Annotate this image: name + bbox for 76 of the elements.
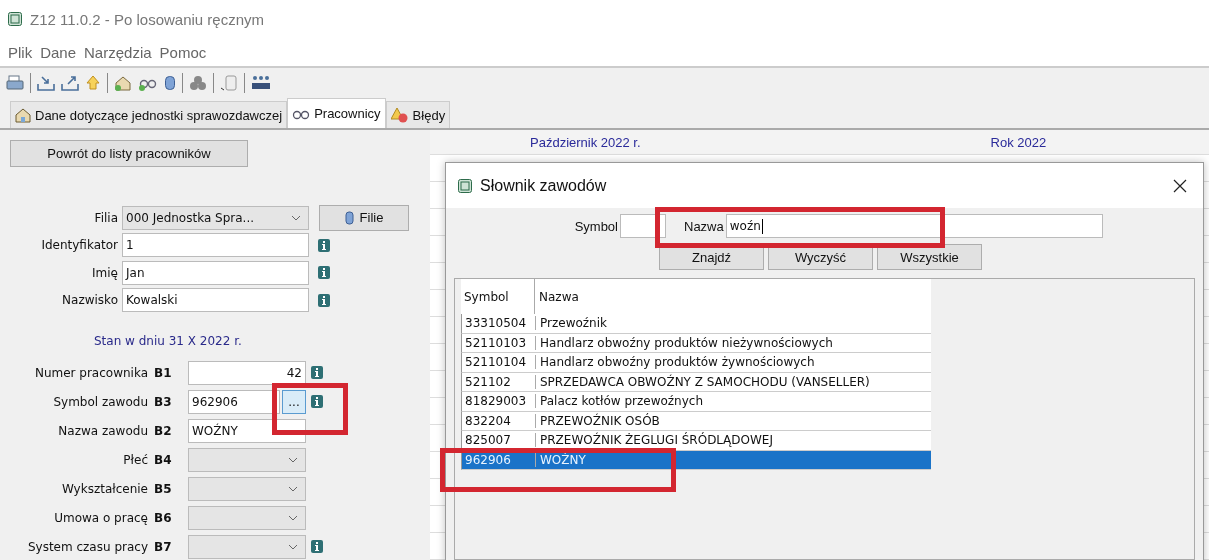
tab[interactable]: Pracownicy [287, 98, 386, 128]
field-label: Umowa o pracę [53, 510, 148, 525]
field-label: Nazwa zawodu [57, 423, 148, 438]
field-label: Nazwisko [61, 293, 118, 308]
table-row[interactable]: 33310504 Przewoźnik [461, 314, 931, 334]
chevron-down-icon [288, 485, 298, 492]
field-label: Nazwa [684, 218, 724, 234]
field-code: B2 [153, 423, 173, 438]
printer-icon[interactable] [6, 75, 24, 91]
field-label: System czasu pracy [26, 539, 148, 554]
month-header: Październik 2022 r. [530, 134, 641, 150]
dialog-button[interactable]: Wszystkie [877, 244, 982, 270]
branches-button[interactable]: Filie [319, 204, 409, 231]
dialog-title: Słownik zawodów [480, 176, 607, 195]
info-icon[interactable] [311, 366, 323, 379]
input-field[interactable]: Jan [122, 260, 309, 285]
table-row[interactable]: 52110104 Handlarz obwoźny produktów żywnościowych [461, 353, 931, 373]
table-row[interactable]: 52110103 Handlarz obwoźny produktów nieżywnościowych [461, 333, 931, 353]
chevron-down-icon [288, 543, 298, 550]
info-icon[interactable] [318, 266, 330, 280]
field-label: Wykształcenie [60, 481, 148, 496]
input-field[interactable] [620, 214, 666, 238]
field-label: Numer pracownika [33, 365, 148, 380]
info-icon[interactable] [318, 293, 330, 307]
cylinder-icon[interactable] [164, 75, 176, 91]
home-icon[interactable] [114, 75, 132, 91]
tab[interactable]: Dane dotyczące jednostki sprawozdawczej [10, 101, 288, 128]
table-row[interactable]: 832204 PRZEWOŹNIK OSÓB [461, 411, 931, 431]
input-field[interactable]: WOŹNY [188, 418, 306, 443]
table-row[interactable]: 81829003 Palacz kotłów przewoźnych [461, 392, 931, 412]
back-button[interactable]: Powrót do listy pracowników [10, 140, 248, 167]
field-code: B3 [153, 394, 173, 409]
window-title: Z12 11.0.2 - Po losowaniu ręcznym [30, 10, 264, 28]
circles-icon[interactable] [189, 75, 207, 91]
close-icon[interactable] [1173, 178, 1187, 193]
input-field[interactable]: 42 [188, 360, 306, 385]
info-icon[interactable] [318, 238, 330, 252]
chevron-down-icon [288, 456, 298, 463]
input-field[interactable]: 1 [122, 233, 309, 258]
app-logo-icon [8, 12, 22, 26]
field-label: Imię [91, 265, 118, 280]
field-label: Symbol [573, 218, 618, 234]
field-code: B1 [153, 365, 173, 380]
input-field[interactable]: Kowalski [122, 288, 309, 313]
menu-item[interactable]: Narzędzia [84, 43, 152, 61]
column-header[interactable]: Nazwa [535, 279, 579, 314]
info-icon[interactable] [311, 395, 323, 408]
home-icon [15, 107, 31, 123]
field-label: Płeć [122, 452, 148, 467]
warning-icon [390, 107, 409, 123]
field-label: Identyfikator [40, 238, 118, 253]
app-logo-icon [458, 178, 472, 193]
menu-item[interactable]: Plik [8, 43, 33, 61]
tab[interactable]: Błędy [385, 101, 451, 128]
table-row[interactable]: 521102 SPRZEDAWCA OBWOŹNY Z SAMOCHODU (VANSELLER) [461, 372, 931, 392]
table-row[interactable]: 825007 PRZEWOŹNIK ŻEGLUGI ŚRÓDLĄDOWEJ [461, 431, 931, 451]
year-header: Rok 2022 [990, 134, 1047, 150]
field-label: Symbol zawodu [52, 394, 148, 409]
field-code: B6 [153, 510, 173, 525]
field-code: B4 [153, 452, 173, 467]
cylinder-icon [344, 210, 354, 225]
chevron-down-icon [288, 514, 298, 521]
export-icon[interactable] [61, 75, 79, 91]
field-code: B5 [153, 481, 173, 496]
menu-item[interactable]: Pomoc [159, 43, 207, 61]
browse-button[interactable]: ... [282, 389, 306, 414]
field-label: Filia [93, 210, 118, 225]
chevron-down-icon [291, 214, 301, 221]
input-field[interactable]: 962906 [188, 389, 280, 414]
field-code: B7 [153, 539, 173, 554]
info-icon[interactable] [311, 540, 323, 553]
input-field[interactable]: woźn [725, 214, 1103, 238]
menu-item[interactable]: Dane [40, 43, 77, 61]
import-icon[interactable] [37, 75, 55, 91]
status-caption: Stan w dniu 31 X 2022 r. [94, 334, 243, 348]
branch-dropdown[interactable]: 000 Jednostka Spra... [122, 205, 309, 230]
